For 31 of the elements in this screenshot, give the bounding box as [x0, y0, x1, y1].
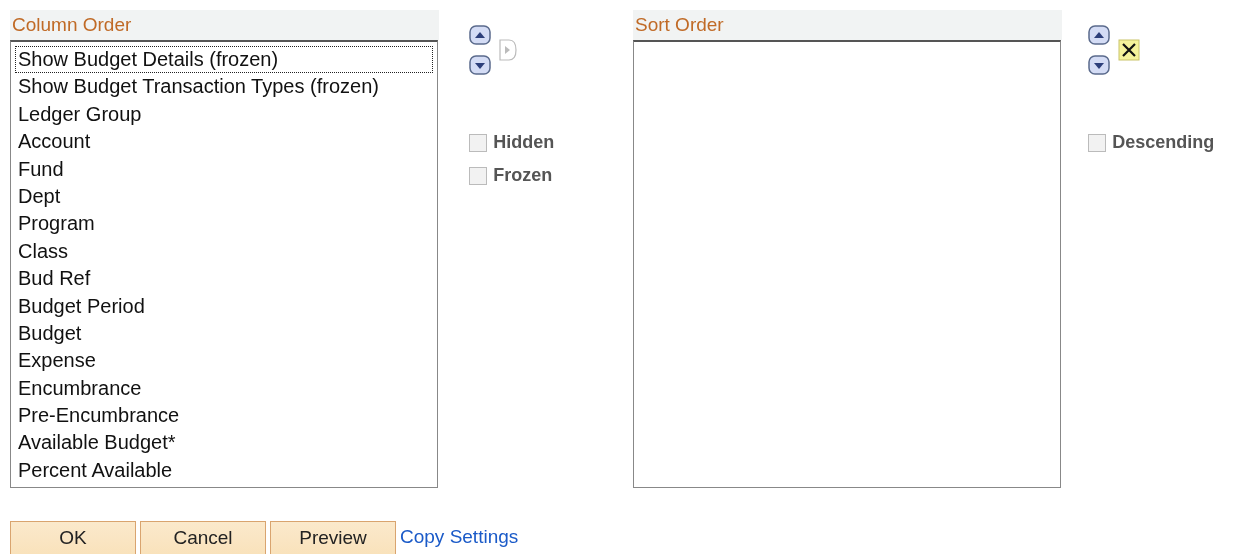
- move-down-icon[interactable]: [1088, 55, 1111, 75]
- list-item[interactable]: Class: [15, 237, 433, 266]
- action-button[interactable]: Preview: [270, 521, 396, 554]
- list-item[interactable]: Expense: [15, 347, 433, 375]
- column-list[interactable]: [10, 40, 438, 488]
- list-item[interactable]: Percent Available: [15, 456, 433, 485]
- list-item[interactable]: Program: [15, 210, 433, 238]
- checkbox-label: Descending: [1112, 132, 1215, 153]
- list-item[interactable]: Bud Ref: [15, 265, 433, 293]
- move-up-icon[interactable]: [469, 25, 492, 45]
- move-down-icon[interactable]: [469, 55, 492, 75]
- action-button[interactable]: OK: [10, 521, 136, 554]
- list-item[interactable]: Budget: [15, 319, 433, 348]
- move-up-icon[interactable]: [1088, 25, 1111, 45]
- list-item[interactable]: Ledger Group: [15, 100, 433, 129]
- checkbox-label: Hidden: [493, 132, 555, 153]
- list-item[interactable]: Dept: [15, 182, 433, 211]
- list-item[interactable]: Account: [15, 128, 433, 156]
- checkbox-label: Frozen: [493, 165, 553, 186]
- list-item[interactable]: Fund: [15, 155, 433, 183]
- list-item[interactable]: Pre-Encumbrance: [15, 402, 433, 430]
- panel-title: Column Order: [10, 10, 440, 40]
- list-item[interactable]: Show Budget Details (frozen): [15, 46, 433, 74]
- list-item[interactable]: Budget Period: [15, 292, 433, 320]
- remove-icon[interactable]: [1118, 39, 1141, 61]
- panel-title: Sort Order: [633, 10, 1063, 40]
- list-item[interactable]: Encumbrance: [15, 374, 433, 403]
- action-button[interactable]: Cancel: [140, 521, 266, 554]
- list-item[interactable]: Available Budget*: [15, 429, 433, 457]
- list-item[interactable]: Show Budget Transaction Types (frozen): [15, 73, 433, 101]
- copy-settings-link[interactable]: Copy Settings: [400, 526, 519, 548]
